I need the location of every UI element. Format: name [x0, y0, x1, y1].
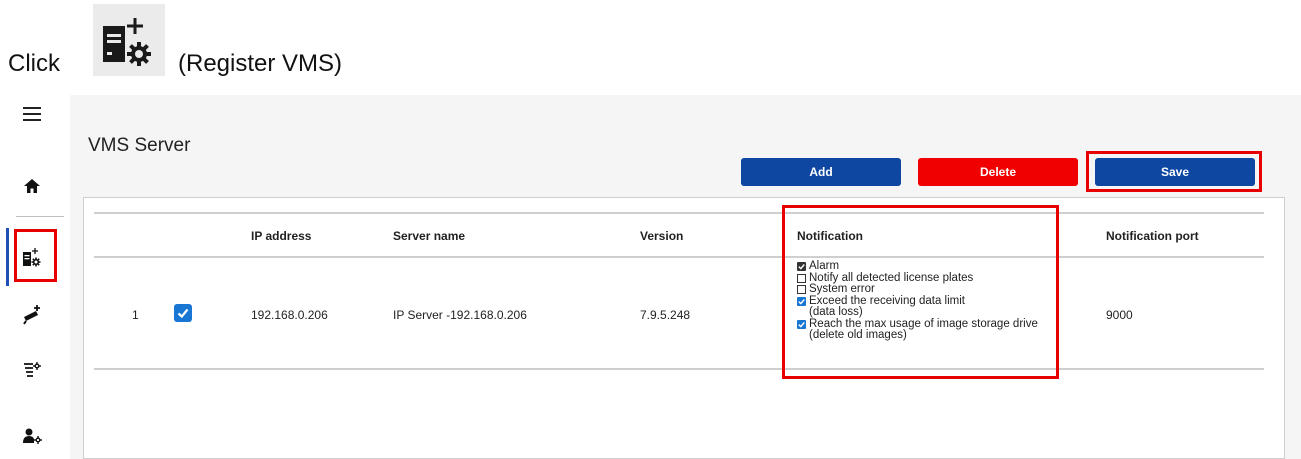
camera-add-icon[interactable] [6, 300, 58, 328]
header-version: Version [640, 229, 684, 243]
highlight-notification [782, 205, 1059, 379]
check-icon [177, 308, 189, 319]
list-settings-icon[interactable] [6, 356, 58, 384]
table-top-rule [94, 212, 1264, 214]
instruction-caption: (Register VMS) [178, 50, 343, 77]
delete-button[interactable]: Delete [918, 158, 1078, 186]
row-select-checkbox[interactable] [174, 304, 192, 322]
highlight-save-button [1086, 151, 1262, 192]
header-rule [94, 256, 1264, 258]
sidebar [0, 92, 70, 459]
row-ip-address: 192.168.0.206 [251, 308, 328, 322]
hamburger-menu-icon[interactable] [6, 102, 58, 126]
row-notification-port: 9000 [1106, 308, 1133, 322]
sidebar-divider [16, 216, 64, 217]
table-bottom-rule [94, 368, 1264, 370]
vms-server-table: IP address Server name Version Notificat… [83, 197, 1285, 459]
page-title: VMS Server [88, 135, 191, 156]
instruction-click-text: Click [8, 50, 60, 77]
row-index: 1 [132, 308, 139, 322]
register-vms-icon [93, 4, 165, 76]
highlight-register-vms [14, 229, 57, 282]
main-content: VMS Server Add Delete Save IP address Se… [70, 95, 1301, 459]
header-ip-address: IP address [251, 229, 312, 243]
add-button[interactable]: Add [741, 158, 901, 186]
row-server-name: IP Server -192.168.0.206 [393, 308, 527, 322]
user-settings-icon[interactable] [6, 422, 58, 450]
home-icon[interactable] [6, 174, 58, 198]
header-notification-port: Notification port [1106, 229, 1199, 243]
row-version: 7.9.5.248 [640, 308, 691, 322]
header-server-name: Server name [393, 229, 466, 243]
instruction: Click (Register VMS) [8, 0, 608, 92]
